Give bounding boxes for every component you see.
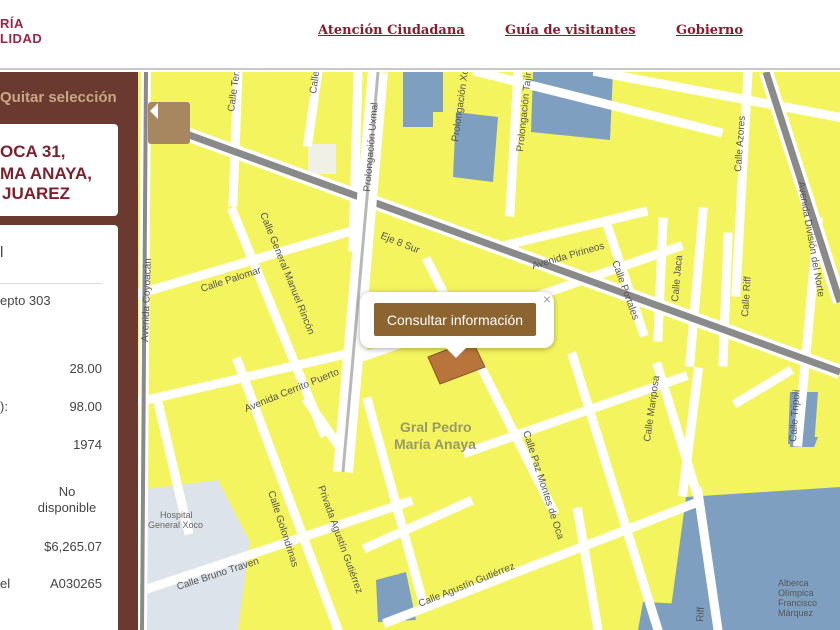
address-line-1: OCA 31, xyxy=(0,142,66,161)
nav-gobierno[interactable]: Gobierno xyxy=(676,23,743,38)
neighborhood-label-1: Gral Pedro xyxy=(400,419,472,435)
property-info-card: l epto 303 28.00 ): 98.00 1974 No dispon… xyxy=(0,225,118,630)
info-value-use: No disponible xyxy=(37,484,97,515)
address-line-2: MA ANAYA, xyxy=(0,164,92,183)
address-card: OCA 31, MA ANAYA, JUAREZ xyxy=(0,124,118,216)
consult-info-button[interactable]: Consultar información xyxy=(374,303,536,336)
hospital-label-1: Hospital xyxy=(160,510,193,520)
info-value-interior: epto 303 xyxy=(0,293,51,308)
clear-selection-link[interactable]: Quitar selección xyxy=(0,89,117,106)
info-value-built-area: 98.00 xyxy=(69,399,102,414)
info-label-built-area: ): xyxy=(0,399,8,414)
address-line-3: JUAREZ xyxy=(2,184,71,203)
info-value-land-area: 28.00 xyxy=(69,361,102,376)
logo-line-2: LIDAD xyxy=(0,31,43,46)
hospital-label-2: General Xoco xyxy=(148,520,203,530)
alberca-label-3: Francisco xyxy=(778,598,817,608)
alberca-label-4: Márquez xyxy=(778,608,814,618)
street-map[interactable]: Gral Pedro María Anaya Hospital General … xyxy=(138,72,840,630)
info-value-year: 1974 xyxy=(73,437,102,452)
alberca-label-2: Olímpica xyxy=(778,588,814,598)
collapse-panel-button[interactable] xyxy=(148,102,190,144)
park-area xyxy=(638,602,686,630)
nav-guia-visitantes[interactable]: Guía de visitantes xyxy=(505,23,636,38)
close-icon[interactable]: × xyxy=(543,292,551,306)
alberca-label-1: Alberca xyxy=(778,578,809,588)
small-lot xyxy=(308,144,336,174)
street-label: Riff xyxy=(695,606,707,622)
info-separator xyxy=(0,283,102,284)
map-popup: Consultar información × xyxy=(360,292,554,358)
property-sidebar: Quitar selección OCA 31, MA ANAYA, JUARE… xyxy=(0,72,138,630)
logo-line-1: RÍA xyxy=(0,16,24,31)
map-view[interactable]: Gral Pedro María Anaya Hospital General … xyxy=(138,72,840,630)
info-value-account: A030265 xyxy=(49,576,102,591)
info-label-account: el xyxy=(0,576,11,591)
nav-atencion-ciudadana[interactable]: Atención Ciudadana xyxy=(318,23,465,38)
info-value-value: $6,265.07 xyxy=(44,539,102,554)
chevron-left-icon xyxy=(150,103,158,119)
header: RÍA LIDAD Atención Ciudadana Guía de vis… xyxy=(0,0,840,70)
site-logo[interactable]: RÍA LIDAD xyxy=(0,16,42,46)
neighborhood-label-2: María Anaya xyxy=(394,436,476,452)
info-heading: l xyxy=(0,244,4,261)
